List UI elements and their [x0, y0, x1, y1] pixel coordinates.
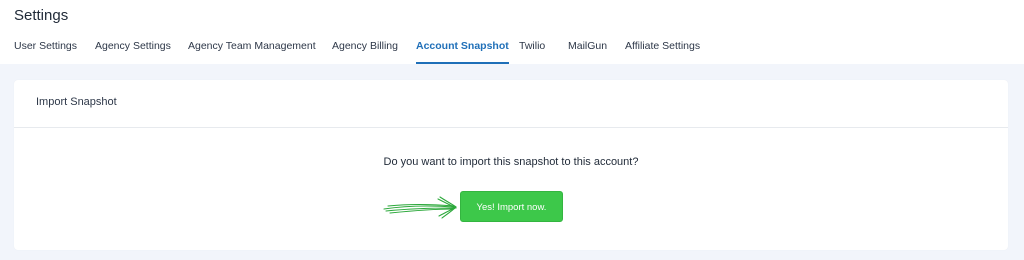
- tab-mailgun[interactable]: MailGun: [568, 38, 607, 64]
- page-title: Settings: [14, 7, 69, 24]
- hand-drawn-arrow-icon: [383, 196, 457, 219]
- tab-agency-billing[interactable]: Agency Billing: [332, 38, 398, 64]
- settings-header: Settings User Settings Agency Settings A…: [0, 0, 1024, 64]
- card-title: Import Snapshot: [36, 96, 117, 108]
- card-header: Import Snapshot: [14, 80, 1008, 128]
- import-question: Do you want to import this snapshot to t…: [383, 156, 639, 168]
- tab-twilio[interactable]: Twilio: [519, 38, 545, 64]
- import-snapshot-card: Import Snapshot Do you want to import th…: [14, 80, 1008, 250]
- tab-agency-settings[interactable]: Agency Settings: [95, 38, 171, 64]
- tab-user-settings[interactable]: User Settings: [14, 38, 77, 64]
- tab-account-snapshot[interactable]: Account Snapshot: [416, 38, 509, 64]
- tab-affiliate-settings[interactable]: Affiliate Settings: [625, 38, 700, 64]
- main-content: Import Snapshot Do you want to import th…: [0, 64, 1024, 260]
- tab-agency-team-management[interactable]: Agency Team Management: [188, 38, 316, 64]
- import-now-button[interactable]: Yes! Import now.: [460, 191, 563, 222]
